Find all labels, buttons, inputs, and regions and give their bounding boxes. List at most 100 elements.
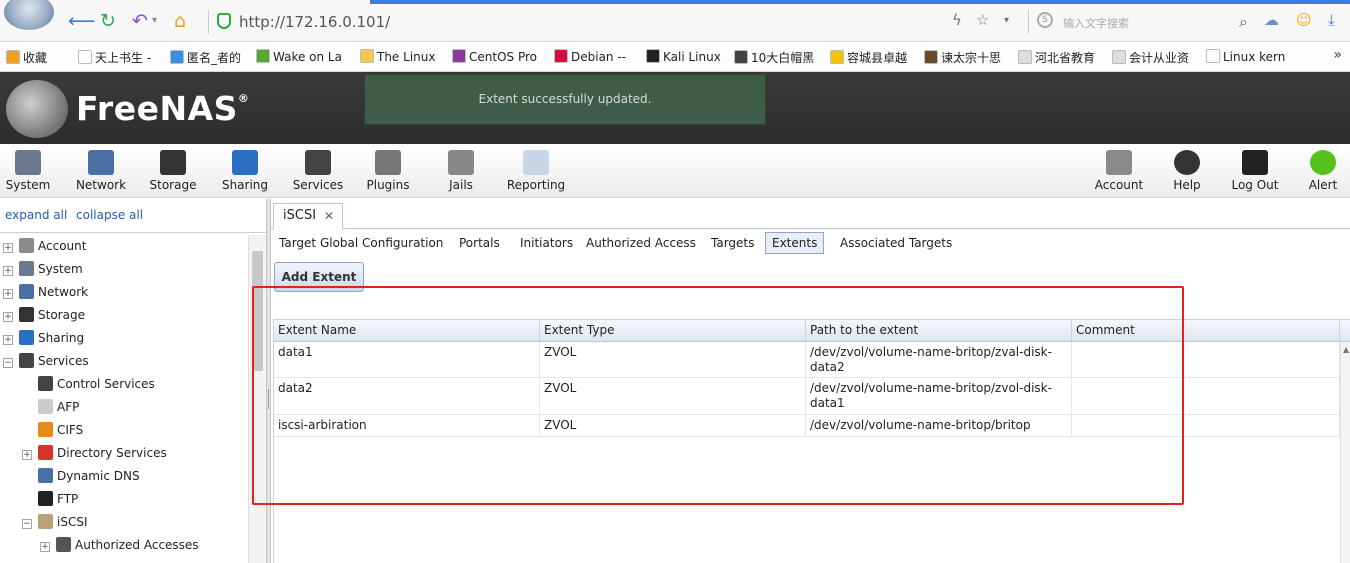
bookmark-item[interactable]: 容城县卓越 [830,49,907,66]
undo-dropdown-icon[interactable]: ▾ [152,10,157,32]
tree-item-network[interactable]: + Network [3,281,88,303]
toolbar-jails-button[interactable]: Jails [438,150,484,192]
bookmark-item[interactable]: 收藏 [6,49,47,66]
highlight-annotation-box [252,286,1184,505]
toolbar-services-button[interactable]: Services [290,150,346,192]
bookmark-item[interactable]: 天上书生 - [78,49,151,66]
bookmarks-overflow-icon[interactable]: » [1333,47,1342,63]
bookmarks-bar: 收藏 天上书生 - 匿名_者的 Wake on La The Linux CentOS P… [0,42,1350,72]
collapse-all-link[interactable]: collapse all [76,208,143,222]
home-icon[interactable]: ⌂ [174,10,186,32]
cloud-icon[interactable]: ☁ [1264,11,1279,29]
tree-item-authorized-accesses[interactable]: + Authorized Accesses [40,534,199,556]
toolbar-sharing-button[interactable]: Sharing [220,150,270,192]
tree-item-iscsi[interactable]: − iSCSI [22,511,88,533]
scroll-up-icon[interactable]: ▲ [1343,345,1349,354]
main-tabbar: iSCSI ✕ [271,199,1350,230]
loading-progress-line [370,0,1350,4]
url-dropdown-icon[interactable]: ▾ [1004,15,1009,26]
lightning-icon[interactable]: ϟ [952,11,962,29]
expand-icon[interactable]: + [40,542,50,552]
tree-item-services[interactable]: − Services [3,350,89,372]
undo-icon[interactable]: ↶ [132,10,148,32]
tree-item-ftp[interactable]: FTP [22,488,78,510]
refresh-icon[interactable]: ↻ [100,10,116,32]
toolbar-network-button[interactable]: Network [74,150,128,192]
expand-icon[interactable]: + [3,266,13,276]
expand-icon[interactable]: + [3,312,13,322]
toolbar-label: Plugins [366,178,410,192]
toolbar-plugins-button[interactable]: Plugins [364,150,412,192]
smiley-icon[interactable]: ☺ [1296,11,1312,29]
subtab-associated-targets[interactable]: Associated Targets [833,232,959,254]
expand-icon[interactable]: + [22,450,32,460]
download-icon[interactable]: ⤓ [1328,11,1335,29]
bookmark-item[interactable]: 谏太宗十思 [924,49,1001,66]
logout-icon [1242,150,1268,175]
tree-item-control-services[interactable]: Control Services [22,373,155,395]
tree-item-dynamic-dns[interactable]: Dynamic DNS [22,465,140,487]
bookmark-item[interactable]: 河北省教育 [1018,49,1095,66]
toolbar-account-button[interactable]: Account [1092,150,1146,192]
bookmark-item[interactable]: 会计从业资 [1112,49,1189,66]
bookmark-item[interactable]: Wake on La [256,49,342,64]
subtab-portals[interactable]: Portals [452,232,507,254]
expand-icon[interactable]: + [3,243,13,253]
bookmark-label: Linux kern [1223,50,1286,64]
search-input[interactable]: 输入文字搜索 [1063,15,1129,31]
table-scrollbar[interactable]: ▲ [1340,342,1350,563]
toolbar-storage-button[interactable]: Storage [146,150,200,192]
bookmark-favicon-icon [1206,49,1220,63]
tree-item-directory-services[interactable]: + Directory Services [22,442,167,464]
bookmark-item[interactable]: The Linux [360,49,435,64]
account-icon [19,238,34,253]
subtab-targets[interactable]: Targets [704,232,761,254]
bookmark-item[interactable]: 匿名_者的 [170,49,241,66]
subtab-extents[interactable]: Extents [765,232,825,254]
subtab-target-global-configuration[interactable]: Target Global Configuration [272,232,450,254]
bookmark-item[interactable]: Kali Linux [646,49,721,64]
tree-item-sharing[interactable]: + Sharing [3,327,84,349]
tree-item-storage[interactable]: + Storage [3,304,85,326]
back-arrow-icon[interactable]: ⟵ [68,10,95,32]
toolbar-alert-button[interactable]: Alert [1302,150,1344,192]
bookmark-item[interactable]: Debian -- [554,49,626,64]
star-icon[interactable]: ☆ [976,11,989,29]
bookmark-label: 收藏 [23,51,48,65]
user-avatar[interactable] [4,0,54,30]
toolbar-reporting-button[interactable]: Reporting [504,150,568,192]
tree-item-label: Storage [38,308,85,322]
search-engine-icon[interactable]: S [1037,12,1053,28]
tree-item-afp[interactable]: AFP [22,396,79,418]
bookmark-label: Wake on La [273,50,342,64]
bookmark-item[interactable]: CentOS Pro [452,49,537,64]
url-text[interactable]: http://172.16.0.101/ [239,13,390,31]
subtab-initiators[interactable]: Initiators [513,232,580,254]
subtab-authorized-access[interactable]: Authorized Access [579,232,703,254]
tree-controls: expand all collapse all [0,199,268,233]
bookmark-item[interactable]: 10大白帽黑 [734,49,814,66]
tree-item-system[interactable]: + System [3,258,83,280]
expand-all-link[interactable]: expand all [5,208,67,222]
tree-item-cifs[interactable]: CIFS [22,419,83,441]
collapse-icon[interactable]: − [22,519,32,529]
tab-iscsi[interactable]: iSCSI ✕ [273,203,343,230]
success-notification: Extent successfully updated. [364,74,766,125]
system-icon [19,261,34,276]
search-box[interactable]: S 输入文字搜索 ⌕ [1028,10,1250,34]
tree-item-label: Sharing [38,331,85,345]
toolbar-help-button[interactable]: Help [1170,150,1204,192]
tree-item-label: FTP [57,492,79,506]
toolbar-system-button[interactable]: System [4,150,52,192]
bookmark-favicon-icon [360,49,374,63]
expand-icon[interactable]: + [3,289,13,299]
toolbar-log-out-button[interactable]: Log Out [1228,150,1282,192]
account-icon [1106,150,1132,175]
collapse-icon[interactable]: − [3,358,13,368]
close-tab-icon[interactable]: ✕ [324,204,334,228]
url-field[interactable]: http://172.16.0.101/ [208,10,1028,34]
search-icon[interactable]: ⌕ [1239,12,1248,32]
expand-icon[interactable]: + [3,335,13,345]
bookmark-item[interactable]: Linux kern [1206,49,1285,64]
tree-item-account[interactable]: + Account [3,235,86,257]
